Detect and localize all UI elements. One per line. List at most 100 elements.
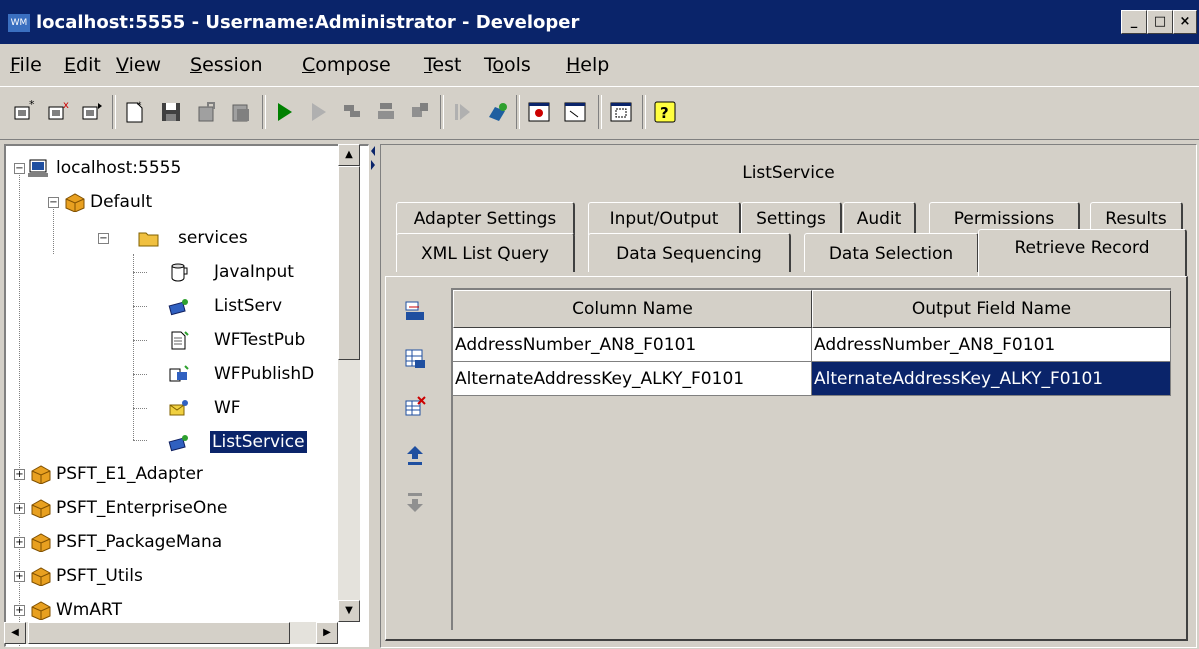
- delete-row-icon[interactable]: [403, 395, 427, 419]
- lock-icon[interactable]: [194, 99, 220, 125]
- tree-node-wmart[interactable]: + WmART: [6, 596, 336, 624]
- menu-session[interactable]: Session: [190, 54, 263, 76]
- tab-xml-list-query[interactable]: XML List Query: [396, 233, 575, 272]
- minimize-button[interactable]: _: [1121, 10, 1147, 34]
- tree-node-psft-e1-adapter[interactable]: + PSFT_E1_Adapter: [6, 460, 336, 488]
- menu-test[interactable]: Test: [424, 54, 461, 76]
- reload-icon[interactable]: [484, 99, 510, 125]
- tab-data-selection[interactable]: Data Selection: [804, 233, 979, 272]
- tree-node-wftestpub[interactable]: WFTestPub: [6, 326, 336, 354]
- scroll-left-icon[interactable]: ◀: [4, 622, 26, 644]
- table-cell[interactable]: AddressNumber_AN8_F0101: [453, 328, 812, 362]
- tree-horizontal-scrollbar[interactable]: ◀ ▶: [4, 622, 338, 644]
- step-over-icon[interactable]: [374, 99, 400, 125]
- collapse-icon[interactable]: −: [48, 197, 59, 208]
- column-mapping-table[interactable]: Column Name Output Field Name AddressNum…: [451, 288, 1171, 630]
- panel-splitter[interactable]: [369, 144, 377, 644]
- table-cell-selected[interactable]: AlternateAddressKey_ALKY_F0101: [812, 362, 1171, 396]
- step-icon[interactable]: [306, 99, 332, 125]
- svg-text:*: *: [29, 99, 35, 111]
- new-icon[interactable]: *: [122, 99, 148, 125]
- menu-compose[interactable]: Compose: [302, 54, 391, 76]
- tree-vertical-scrollbar[interactable]: ▲ ▼: [338, 144, 360, 622]
- window-title: localhost:5555 - Username:Administrator …: [36, 12, 580, 33]
- tree-node-psft-packagemanager[interactable]: + PSFT_PackageMana: [6, 528, 336, 556]
- menu-tools[interactable]: Tools: [484, 54, 531, 76]
- folder-icon: [138, 232, 159, 247]
- tab-audit[interactable]: Audit: [843, 202, 916, 235]
- package-icon: [31, 533, 51, 552]
- column-header-column-name[interactable]: Column Name: [453, 290, 812, 328]
- insert-row-icon[interactable]: [403, 299, 427, 323]
- tree-node-default[interactable]: − Default: [6, 188, 336, 216]
- toolbar: * x * ?: [0, 86, 1199, 140]
- tab-adapter-settings[interactable]: Adapter Settings: [396, 202, 575, 235]
- menu-bar: File Edit View Session Compose Test Tool…: [0, 48, 1199, 84]
- column-header-output-field-name[interactable]: Output Field Name: [812, 290, 1171, 328]
- move-down-icon[interactable]: [403, 491, 427, 515]
- svg-text:*: *: [137, 101, 142, 111]
- table-cell[interactable]: AddressNumber_AN8_F0101: [812, 328, 1171, 362]
- scroll-right-icon[interactable]: ▶: [316, 622, 338, 644]
- tree-node-psft-enterpriseone[interactable]: + PSFT_EnterpriseOne: [6, 494, 336, 522]
- refresh-session-icon[interactable]: [80, 99, 106, 125]
- expand-icon[interactable]: +: [14, 571, 25, 582]
- resume-icon[interactable]: [450, 99, 476, 125]
- tab-settings[interactable]: Settings: [741, 202, 842, 235]
- document-icon: [171, 331, 189, 350]
- maximize-button[interactable]: □: [1147, 10, 1173, 34]
- collapse-icon[interactable]: −: [98, 233, 109, 244]
- close-session-icon[interactable]: x: [46, 99, 72, 125]
- publish-icon: [169, 365, 189, 382]
- server-icon: [28, 159, 48, 177]
- adapter-service-icon: [168, 299, 188, 316]
- menu-help[interactable]: Help: [566, 54, 609, 76]
- tab-input-output[interactable]: Input/Output: [588, 202, 741, 235]
- app-icon: WM: [8, 14, 30, 32]
- package-icon: [31, 465, 51, 484]
- expand-icon[interactable]: +: [14, 605, 25, 616]
- scroll-thumb[interactable]: [338, 166, 360, 360]
- table-cell[interactable]: AlternateAddressKey_ALKY_F0101: [453, 362, 812, 396]
- tree-node-wfpublish[interactable]: WFPublishD: [6, 360, 336, 388]
- tab-retrieve-record[interactable]: Retrieve Record: [978, 229, 1187, 276]
- service-title: ListService: [742, 163, 835, 183]
- step-out-icon[interactable]: [408, 99, 434, 125]
- tree-node-psft-utils[interactable]: + PSFT_Utils: [6, 562, 336, 590]
- adapter-service-icon: [168, 435, 188, 452]
- window-icon[interactable]: [562, 99, 588, 125]
- open-session-icon[interactable]: *: [12, 99, 38, 125]
- fit-icon[interactable]: [608, 99, 634, 125]
- tree-node-services[interactable]: − services: [6, 224, 336, 252]
- scroll-down-icon[interactable]: ▼: [338, 600, 360, 622]
- menu-file[interactable]: File: [10, 54, 42, 76]
- tree-node-wf[interactable]: WF: [6, 394, 336, 422]
- expand-icon[interactable]: +: [14, 537, 25, 548]
- add-row-icon[interactable]: [403, 347, 427, 371]
- expand-icon[interactable]: +: [14, 469, 25, 480]
- close-button[interactable]: ×: [1173, 10, 1197, 34]
- scroll-up-icon[interactable]: ▲: [338, 144, 360, 166]
- step-into-icon[interactable]: [340, 99, 366, 125]
- run-icon[interactable]: [272, 99, 298, 125]
- collapse-icon[interactable]: −: [14, 163, 25, 174]
- unlock-icon[interactable]: [228, 99, 254, 125]
- tree-node-listserv[interactable]: ListServ: [6, 292, 336, 320]
- tree-node-root[interactable]: − localhost:5555: [6, 154, 336, 182]
- tab-data-sequencing[interactable]: Data Sequencing: [588, 233, 791, 272]
- browser-icon[interactable]: [526, 99, 552, 125]
- menu-view[interactable]: View: [116, 54, 161, 76]
- service-editor: ListService Adapter Settings Input/Outpu…: [380, 144, 1197, 648]
- splitter-arrows-icon[interactable]: [369, 144, 377, 174]
- tree-node-javainput[interactable]: JavaInput: [6, 258, 336, 286]
- tree-node-listservice[interactable]: ListService: [6, 428, 336, 456]
- help-icon[interactable]: ?: [652, 99, 678, 125]
- save-icon[interactable]: [158, 99, 184, 125]
- navigation-tree[interactable]: − localhost:5555 − Default − services Ja…: [4, 144, 369, 647]
- package-icon: [31, 567, 51, 586]
- scroll-thumb[interactable]: [28, 622, 290, 644]
- move-up-icon[interactable]: [403, 443, 427, 467]
- menu-edit[interactable]: Edit: [64, 54, 101, 76]
- notification-icon: [169, 400, 188, 416]
- expand-icon[interactable]: +: [14, 503, 25, 514]
